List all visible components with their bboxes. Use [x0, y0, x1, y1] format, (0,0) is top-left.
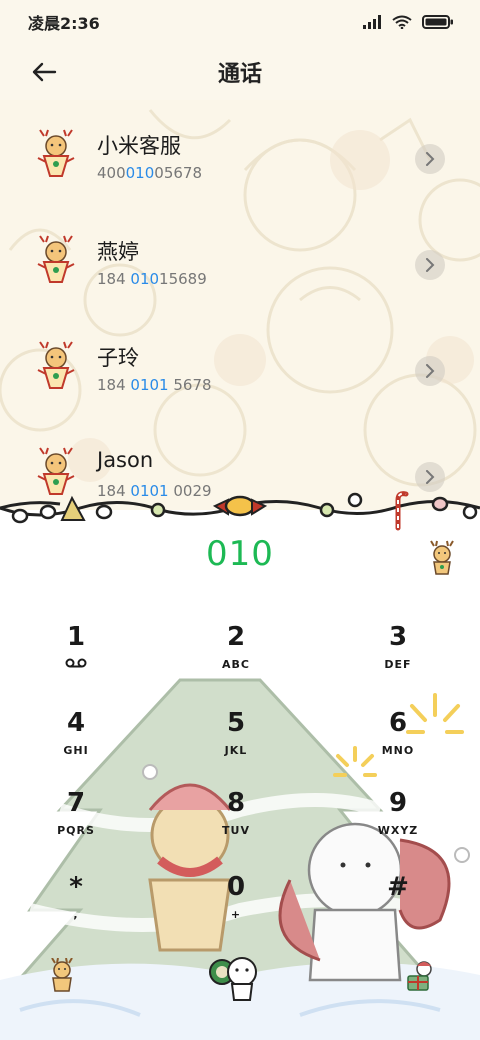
- voicemail-icon: [65, 658, 87, 668]
- contact-number: 184 0101 5678: [97, 376, 212, 394]
- dial-key-1[interactable]: 1: [16, 622, 136, 698]
- dial-key-letters: ABC: [222, 658, 250, 671]
- dial-key-9[interactable]: 9 WXYZ: [338, 788, 458, 864]
- dial-key-digit: 8: [226, 788, 246, 818]
- chevron-right-icon: [426, 364, 435, 378]
- status-time: 凌晨2:36: [28, 14, 100, 33]
- dial-key-digit: 0: [226, 872, 246, 902]
- dial-key-0[interactable]: 0 +: [176, 872, 296, 948]
- call-button[interactable]: [206, 950, 264, 1004]
- reindeer-menu-icon[interactable]: [424, 540, 460, 576]
- signal-icon: [363, 15, 381, 29]
- reindeer-avatar-icon: [37, 129, 75, 177]
- dial-key-star[interactable]: * ,: [16, 872, 136, 948]
- status-bar: 凌晨2:36: [0, 0, 480, 44]
- more-options-button[interactable]: [404, 960, 436, 992]
- contact-detail-button[interactable]: [415, 144, 445, 174]
- back-arrow-icon: [32, 62, 57, 82]
- contact-detail-button[interactable]: [415, 356, 445, 386]
- list-item[interactable]: 小米客服 40001005678: [0, 100, 480, 206]
- dial-key-2[interactable]: 2 ABC: [176, 622, 296, 698]
- contact-number: 40001005678: [97, 164, 202, 182]
- collapse-keypad-button[interactable]: [46, 958, 78, 992]
- dial-key-4[interactable]: 4 GHI: [16, 708, 136, 784]
- dial-key-letters: MNO: [381, 744, 415, 757]
- dial-key-letters: JKL: [224, 744, 248, 757]
- back-button[interactable]: [26, 54, 62, 90]
- contact-results: 小米客服 40001005678 燕婷 184 01015689 子玲 184 …: [0, 100, 480, 510]
- dial-key-5[interactable]: 5 JKL: [176, 708, 296, 784]
- reindeer-avatar-icon: [37, 235, 75, 283]
- dial-key-digit: *: [69, 872, 83, 902]
- header: 通话: [0, 44, 480, 100]
- dial-key-3[interactable]: 3 DEF: [338, 622, 458, 698]
- contact-number: 184 01015689: [97, 270, 207, 288]
- dial-key-letters: +: [230, 908, 242, 921]
- dial-key-letters: GHI: [63, 744, 89, 757]
- dial-key-digit: 3: [388, 622, 408, 652]
- list-item[interactable]: 燕婷 184 01015689: [0, 206, 480, 312]
- dial-key-letters: WXYZ: [377, 824, 419, 837]
- page-title: 通话: [217, 62, 262, 87]
- dial-key-7[interactable]: 7 PQRS: [16, 788, 136, 864]
- contact-name: Jason: [97, 448, 154, 472]
- contact-detail-button[interactable]: [415, 250, 445, 280]
- dial-key-digit: 9: [388, 788, 408, 818]
- contact-name: 燕婷: [97, 240, 139, 264]
- list-item[interactable]: 子玲 184 0101 5678: [0, 312, 480, 418]
- dialed-number[interactable]: 010: [0, 534, 480, 574]
- reindeer-avatar-icon: [37, 341, 75, 389]
- dial-key-digit: #: [387, 872, 409, 902]
- wifi-icon: [392, 15, 412, 29]
- chevron-right-icon: [426, 152, 435, 166]
- chevron-right-icon: [426, 258, 435, 272]
- dial-key-digit: 7: [66, 788, 86, 818]
- dial-key-6[interactable]: 6 MNO: [338, 708, 458, 784]
- dial-key-digit: 5: [226, 708, 246, 738]
- battery-icon: [422, 15, 453, 29]
- dial-key-hash[interactable]: #: [338, 872, 458, 948]
- dial-key-digit: 2: [226, 622, 246, 652]
- dial-key-letters: DEF: [384, 658, 412, 671]
- dial-key-letters: ,: [73, 908, 79, 921]
- dial-key-digit: 4: [66, 708, 86, 738]
- christmas-lights-garland: [0, 491, 480, 531]
- dial-key-letters: PQRS: [57, 824, 95, 837]
- dial-key-digit: 1: [66, 622, 86, 652]
- contact-name: 小米客服: [97, 134, 181, 158]
- dial-key-letters: TUV: [222, 824, 250, 837]
- status-icons: [362, 15, 454, 29]
- dial-key-digit: 6: [388, 708, 408, 738]
- dial-key-8[interactable]: 8 TUV: [176, 788, 296, 864]
- chevron-right-icon: [426, 470, 435, 484]
- contact-name: 子玲: [97, 346, 139, 370]
